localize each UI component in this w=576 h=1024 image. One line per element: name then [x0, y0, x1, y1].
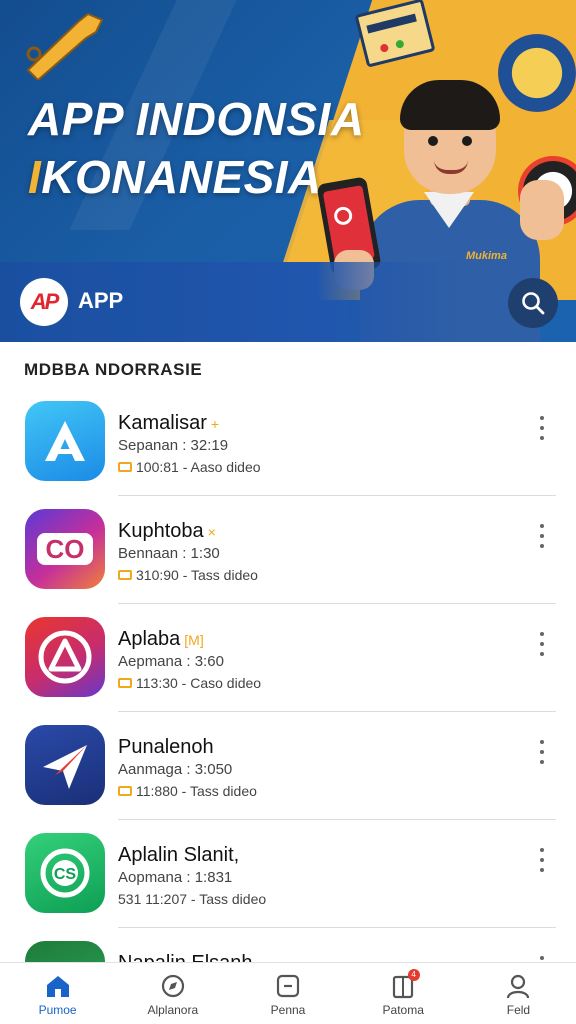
bottom-navigation: Pumoe Alplanora Penna 4 Patoma Feld — [0, 962, 576, 1024]
brand-logo-text: AP — [30, 289, 60, 314]
paper-plane-icon — [25, 725, 105, 805]
nav-label: Patoma — [382, 1003, 424, 1017]
app-meta-text: 100:81 - Aaso dideo — [136, 459, 261, 475]
app-meta: 100:81 - Aaso dideo — [118, 459, 261, 475]
app-name: Aplaba — [118, 628, 181, 650]
app-meta: 310:90 - Tass dideo — [118, 567, 258, 583]
app-meta-text: 113:30 - Caso dideo — [136, 675, 262, 691]
app-meta-text: 531 11:207 - Tass dideo — [118, 891, 267, 907]
hero-title-line2: IKONANESIA — [28, 148, 365, 206]
chat-cs-icon: CS — [25, 833, 105, 913]
more-options-button[interactable] — [534, 848, 550, 872]
section-title: MDBBA NDORRASIE — [24, 360, 203, 379]
nav-item-library[interactable]: 4 Patoma — [346, 963, 461, 1024]
app-subtitle: Bennaan : 1:30 — [118, 545, 220, 562]
app-subtitle: Aepmana : 3:60 — [118, 653, 224, 670]
more-options-button[interactable] — [534, 740, 550, 764]
nav-item-explore[interactable]: Alplanora — [115, 963, 230, 1024]
tag-icon — [118, 570, 132, 580]
hero-title-accent: I — [28, 151, 42, 203]
app-name: Punalenoh — [118, 736, 214, 758]
app-name: Aplalin Slanit, — [118, 844, 240, 866]
svg-text:CO: CO — [46, 534, 85, 564]
nav-item-profile[interactable]: Feld — [461, 963, 576, 1024]
nav-item-home[interactable]: Pumoe — [0, 963, 115, 1024]
app-subtitle: Aanmaga : 3:050 — [118, 761, 233, 778]
list-item[interactable]: Kamalisar + Sepanan : 32:19 100:81 - Aaso… — [0, 388, 576, 496]
co-icon: CO — [25, 509, 105, 589]
list-item[interactable]: Aplaba [M] Aepmana : 3:60 113:30 - Caso d… — [0, 604, 576, 712]
nav-label: Penna — [270, 1003, 306, 1017]
tag-icon — [118, 786, 132, 796]
triangle-a-icon — [25, 401, 105, 481]
brand-logo[interactable]: AP — [20, 278, 68, 326]
app-badge: + — [210, 416, 220, 432]
hero-title-line2-rest: KONANESIA — [41, 151, 322, 203]
list-item[interactable]: CS Aplalin Slanit, Aopmana : 1:831 531 1… — [0, 820, 576, 928]
nav-item-apps[interactable]: Penna — [230, 963, 345, 1024]
app-meta: 113:30 - Caso dideo — [118, 675, 261, 691]
hero-banner[interactable]: APP INDONSIA IKONANESIA Mukima AP APP — [0, 0, 576, 342]
app-badge: × — [207, 524, 216, 540]
app-subtitle: Aopmana : 1:831 — [118, 869, 233, 886]
explore-icon — [161, 974, 184, 998]
nav-label: Pumoe — [38, 1003, 77, 1017]
list-item[interactable]: Punalenoh Aanmaga : 3:050 11:880 - Tass … — [0, 712, 576, 820]
tag-icon — [118, 462, 132, 472]
more-options-button[interactable] — [534, 416, 550, 440]
svg-text:CS: CS — [54, 866, 77, 883]
search-button[interactable] — [508, 278, 558, 328]
notification-badge: 4 — [407, 969, 420, 981]
app-box-icon — [276, 974, 300, 998]
app-meta-text: 310:90 - Tass dideo — [136, 567, 258, 583]
app-name: Kamalisar — [118, 412, 207, 434]
app-list: Kamalisar + Sepanan : 32:19 100:81 - Aaso… — [0, 388, 576, 968]
app-meta: 11:880 - Tass dideo — [118, 783, 257, 799]
app-name: Kuphtoba — [118, 520, 204, 542]
hero-title-line1: APP INDONSIA — [28, 93, 365, 145]
shirt-tag: Mukima — [466, 250, 507, 262]
nav-label: Feld — [506, 1003, 531, 1017]
list-item[interactable]: CO Kuphtoba × Bennaan : 1:30 310:90 - Tas… — [0, 496, 576, 604]
app-subtitle: Sepanan : 32:19 — [118, 437, 229, 454]
hero-title: APP INDONSIA IKONANESIA — [28, 90, 365, 206]
profile-icon — [507, 974, 530, 999]
app-meta-text: 11:880 - Tass dideo — [136, 783, 257, 799]
nav-label: Alplanora — [147, 1003, 199, 1017]
wrench-icon — [26, 12, 104, 80]
app-badge: [M] — [184, 632, 204, 648]
search-icon — [522, 292, 545, 315]
tag-icon — [118, 678, 132, 688]
more-options-button[interactable] — [534, 632, 550, 656]
circle-a-icon — [25, 617, 105, 697]
app-meta: 531 11:207 - Tass dideo — [118, 891, 266, 907]
home-icon — [46, 976, 69, 997]
brand-name: APP — [78, 288, 124, 313]
more-options-button[interactable] — [534, 524, 550, 548]
